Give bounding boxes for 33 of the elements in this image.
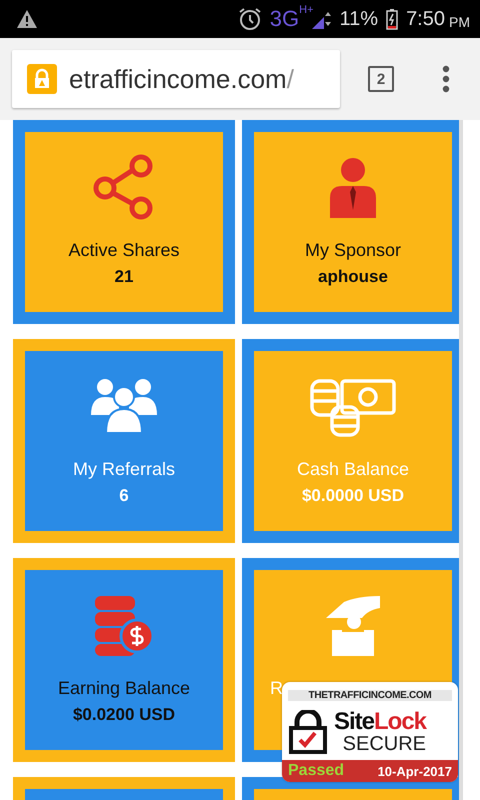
battery-percent: 11% [340, 8, 378, 30]
tile-label: R [270, 678, 283, 699]
badge-date: 10-Apr-2017 [378, 764, 452, 778]
tile-value: 21 [114, 267, 134, 287]
dashboard-tile[interactable]: Earning Balance $0.0200 USD [25, 570, 223, 750]
badge-status: Passed [288, 762, 344, 780]
tile-label: My Referrals [72, 459, 175, 480]
dashboard-tile[interactable]: My Sponsor aphouse [254, 132, 452, 312]
badge-site: THETRAFFICINCOME.COM [288, 690, 452, 701]
tile-value: aphouse [318, 267, 388, 287]
trust-seal-toast[interactable]: THETRAFFICINCOME.COM SiteLock SECURE Passed 10-Apr-2017 [282, 682, 458, 782]
tab-count-button[interactable]: 2 [368, 66, 394, 92]
alarm-clock-icon [238, 7, 262, 31]
menu-icon[interactable] [442, 65, 450, 93]
tile-label: My Sponsor [304, 240, 402, 261]
tile-label: Earning Balance [58, 678, 190, 699]
address-bar[interactable]: etrafficincome.com/ [12, 50, 340, 108]
clock-period: PM [449, 14, 470, 30]
battery-charging-icon [386, 8, 398, 30]
dashboard-tile[interactable]: My Referrals 6 [25, 351, 223, 531]
tile-label: Cash Balance [296, 459, 410, 480]
tile-label: Active Shares [68, 240, 180, 261]
badge-brand: SiteLock [334, 710, 426, 734]
lock-icon [27, 64, 57, 94]
warning-icon [16, 9, 38, 29]
network-type: 3G [270, 6, 300, 32]
tile-value: 6 [119, 486, 129, 506]
tile-value: $0.0000 USD [302, 486, 404, 506]
padlock-check-icon [288, 710, 328, 754]
dashboard-tile[interactable]: Active Shares 21 [25, 132, 223, 312]
network-subtype: H+ [299, 4, 314, 16]
clock-time: 7:50 [406, 8, 445, 30]
tile-value: $0.0200 USD [72, 705, 176, 725]
